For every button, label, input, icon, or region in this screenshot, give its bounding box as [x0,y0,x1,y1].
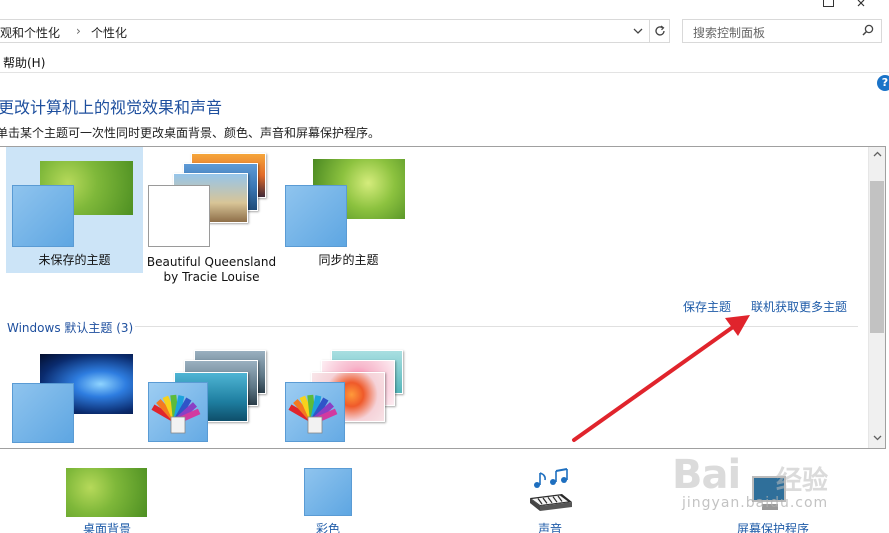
section-windows-default-themes: Windows 默认主题 (3) [7,321,134,335]
red-arrow-annotation [572,315,750,442]
theme-tile-windows[interactable] [12,354,137,444]
chevron-up-icon [873,151,881,157]
get-more-themes-link[interactable]: 联机获取更多主题 [751,298,847,315]
help-icon[interactable]: ? [877,75,889,91]
search-icon[interactable] [862,24,874,36]
refresh-icon [654,25,665,36]
breadcrumb-separator: › [76,24,81,38]
page-title: 更改计算机上的视觉效果和声音 [0,98,223,117]
theme-label: Beautiful Queensland [146,255,277,269]
page-description: 单击某个主题可一次性同时更改桌面背景、颜色、声音和屏幕保护程序。 [0,126,381,140]
menu-bar: 帮助(H) [0,51,889,73]
chevron-down-icon [873,435,881,441]
screensaver-label[interactable]: 屏幕保护程序 [737,520,809,533]
sounds-label[interactable]: 声音 [538,520,562,533]
address-bar[interactable]: 外观和个性化 › 个性化 [0,19,650,43]
title-bar [0,0,889,14]
theme-color-swatch [148,185,210,247]
theme-label: 未保存的主题 [38,253,111,267]
color-palette-icon [285,382,345,442]
menu-help[interactable]: 帮助(H) [3,54,45,71]
theme-label-author: by Tracie Louise [163,270,260,284]
theme-tile-synced[interactable]: 同步的主题 [280,147,417,273]
theme-tile-windows-10[interactable] [148,348,273,444]
sounds-button[interactable] [526,468,576,518]
music-notes-icon [530,468,572,511]
breadcrumb-personalization[interactable]: 个性化 [91,24,127,41]
watermark-logo: Bai [672,452,741,498]
theme-label: 同步的主题 [318,253,379,267]
desktop-background-label[interactable]: 桌面背景 [83,520,131,533]
desktop-background-button[interactable] [66,468,147,517]
theme-tile-beautiful-queensland[interactable]: Beautiful Queensland by Tracie Louise [143,147,280,284]
scroll-up-button[interactable] [869,147,885,164]
color-label[interactable]: 彩色 [316,520,340,533]
maximize-button[interactable] [818,0,838,10]
theme-tile-flowers[interactable] [285,348,410,444]
search-box[interactable]: 搜索控制面板 [682,19,882,43]
color-button[interactable] [304,468,352,516]
theme-color-swatch [285,185,347,247]
refresh-button[interactable] [650,19,670,43]
breadcrumb-appearance[interactable]: 外观和个性化 [0,24,60,41]
scrollbar-thumb[interactable] [870,181,884,333]
chevron-down-icon[interactable] [632,24,644,41]
watermark-site: jingyan.baidu.com [682,495,829,511]
search-input[interactable]: 搜索控制面板 [693,24,765,41]
close-icon [857,0,865,7]
theme-color-swatch [12,383,74,443]
close-button[interactable] [853,0,873,10]
vertical-scrollbar[interactable] [868,147,885,448]
theme-tile-unsaved[interactable]: 未保存的主题 [6,147,143,273]
color-palette-icon [148,382,208,442]
theme-color-swatch [12,185,74,247]
watermark-brand-cn: 经验 [776,466,829,496]
scroll-down-button[interactable] [869,431,885,448]
